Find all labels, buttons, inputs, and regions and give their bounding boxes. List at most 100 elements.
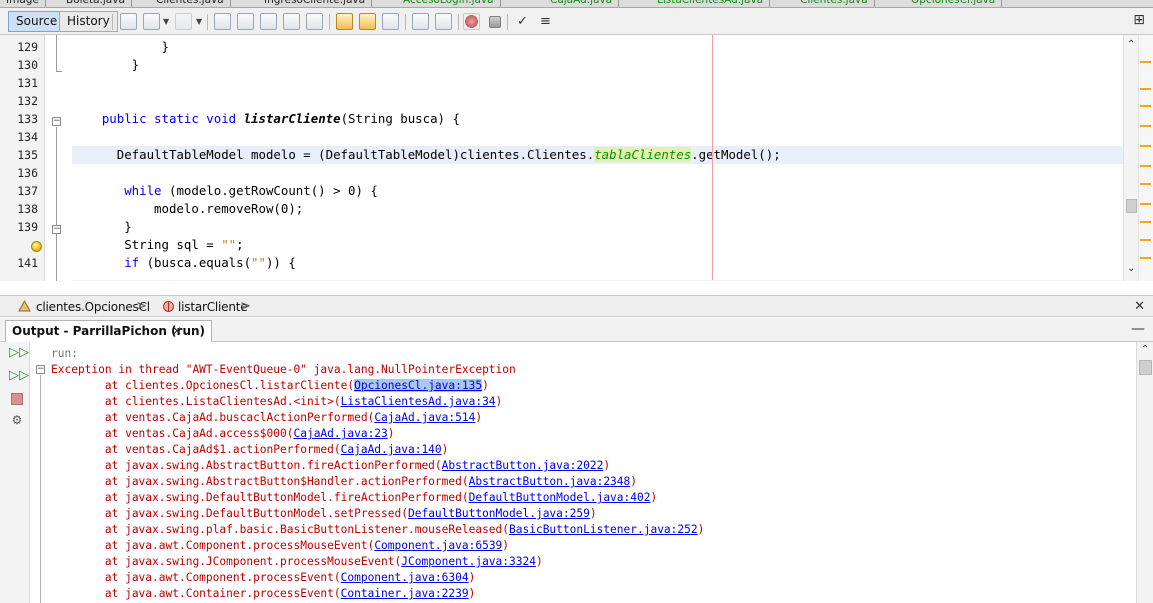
code-line[interactable]: } xyxy=(72,56,1123,74)
settings-icon[interactable]: ⚙ xyxy=(9,413,25,428)
forward-dropdown-icon[interactable]: ▼ xyxy=(196,17,202,26)
fold-collapse-icon[interactable]: − xyxy=(52,117,61,126)
rerun-with-args-icon[interactable]: ▷▷ xyxy=(9,368,29,383)
warning-stripe-mark[interactable] xyxy=(1140,145,1151,147)
output-vertical-scrollbar[interactable]: ⌃ xyxy=(1136,342,1153,603)
editor-horizontal-scrollbar[interactable]: › xyxy=(72,280,1123,281)
file-tab[interactable]: IngresoCliente.java xyxy=(258,0,373,7)
scrollbar-thumb[interactable] xyxy=(1139,360,1152,375)
source-link[interactable]: BasicButtonListener.java:252 xyxy=(509,523,698,536)
warning-stripe-mark[interactable] xyxy=(1140,105,1151,107)
editor-vertical-scrollbar[interactable]: ⌃ ⌄ xyxy=(1123,35,1138,281)
warning-stripe-mark[interactable] xyxy=(1140,239,1151,241)
source-link[interactable]: AbstractButton.java:2022 xyxy=(442,459,604,472)
history-view-tab[interactable]: History xyxy=(59,11,118,32)
source-link[interactable]: DefaultButtonModel.java:402 xyxy=(469,491,651,504)
close-icon[interactable]: ✕ xyxy=(172,322,182,340)
code-line[interactable]: if (busca.equals("")) { xyxy=(72,254,1123,272)
code-line[interactable] xyxy=(72,128,1123,146)
stop-icon[interactable] xyxy=(11,393,23,405)
chevron-right-icon[interactable]: > xyxy=(136,298,147,316)
comment-icon[interactable]: ✓ xyxy=(514,13,531,30)
code-line[interactable]: } xyxy=(72,38,1123,56)
start-macro-icon[interactable] xyxy=(463,13,480,30)
restore-window-icon[interactable]: ⊞ xyxy=(1133,12,1145,28)
source-link[interactable]: CajaAd.java:140 xyxy=(341,443,442,456)
source-link[interactable]: JComponent.java:3324 xyxy=(401,555,536,568)
scroll-up-icon[interactable]: ⌃ xyxy=(1127,39,1135,50)
current-code-line[interactable]: DefaultTableModel modelo = (DefaultTable… xyxy=(72,146,1123,164)
warning-stripe-mark[interactable] xyxy=(1140,125,1151,127)
find-selection-icon[interactable] xyxy=(214,13,231,30)
stack-trace-line: at clientes.OpcionesCl.listarCliente(Opc… xyxy=(51,378,489,394)
rerun-icon[interactable]: ▷▷ xyxy=(9,345,29,360)
warning-stripe-mark[interactable] xyxy=(1140,257,1151,259)
code-line[interactable] xyxy=(72,74,1123,92)
uncomment-icon[interactable]: ≡ xyxy=(537,13,554,30)
source-link[interactable]: AbstractButton.java:2348 xyxy=(469,475,631,488)
file-tab[interactable]: AccesoLogin.java xyxy=(397,0,501,7)
find-previous-icon[interactable] xyxy=(237,13,254,30)
code-line[interactable]: public static void listarCliente(String … xyxy=(72,110,1123,128)
file-tab[interactable]: Boleta.java xyxy=(60,0,132,7)
find-next-icon[interactable] xyxy=(260,13,277,30)
file-tab[interactable]: Image xyxy=(0,0,46,7)
error-stripe[interactable] xyxy=(1138,35,1153,281)
stack-trace-tail: ) xyxy=(468,587,476,600)
source-link[interactable]: ListaClientesAd.java:34 xyxy=(341,395,496,408)
minimize-icon[interactable]: — xyxy=(1131,321,1145,337)
source-view-tab[interactable]: Source xyxy=(8,11,66,32)
file-tab[interactable]: ListaClientesAd.java xyxy=(651,0,771,7)
warning-stripe-mark[interactable] xyxy=(1140,165,1151,167)
source-link[interactable]: DefaultButtonModel.java:259 xyxy=(408,507,590,520)
source-link[interactable]: OpcionesCl.java:135 xyxy=(354,379,483,392)
warning-stripe-mark[interactable] xyxy=(1140,183,1151,185)
code-line[interactable]: while (modelo.getRowCount() > 0) { xyxy=(72,182,1123,200)
stop-macro-icon[interactable] xyxy=(489,16,501,28)
chevron-right-icon[interactable]: > xyxy=(240,298,251,316)
toggle-highlight-icon[interactable] xyxy=(283,13,300,30)
last-edit-icon[interactable] xyxy=(120,13,137,30)
fold-collapse-icon[interactable]: − xyxy=(52,225,61,234)
previous-bookmark-icon[interactable] xyxy=(336,13,353,30)
source-link[interactable]: CajaAd.java:23 xyxy=(293,427,387,440)
code-line[interactable]: } xyxy=(72,218,1123,236)
fold-collapse-icon[interactable]: − xyxy=(36,365,45,374)
warning-stripe-mark[interactable] xyxy=(1140,61,1151,63)
warning-stripe-mark[interactable] xyxy=(1140,221,1151,223)
code-line[interactable] xyxy=(72,164,1123,182)
scrollbar-thumb[interactable] xyxy=(1126,199,1137,213)
code-line[interactable]: modelo.removeRow(0); xyxy=(72,200,1123,218)
source-link[interactable]: Component.java:6539 xyxy=(374,539,502,552)
scroll-right-icon[interactable]: › xyxy=(1110,280,1114,281)
shift-right-icon[interactable] xyxy=(435,13,452,30)
source-link[interactable]: CajaAd.java:514 xyxy=(374,411,475,424)
toggle-bookmark-icon[interactable] xyxy=(382,13,399,30)
forward-icon[interactable] xyxy=(175,13,192,30)
stack-trace-tail: ) xyxy=(697,523,705,536)
file-tab[interactable]: Clientes.java xyxy=(150,0,231,7)
output-console[interactable]: ▷▷ ▷▷ ⚙ − run: Exception in thread "AWT-E… xyxy=(0,342,1153,603)
scroll-down-icon[interactable]: ⌄ xyxy=(1127,263,1135,274)
file-tab[interactable]: CajaAd.java xyxy=(544,0,620,7)
shift-left-icon[interactable] xyxy=(412,13,429,30)
close-icon[interactable]: ✕ xyxy=(1134,298,1145,316)
warning-stripe-mark[interactable] xyxy=(1140,88,1151,90)
source-link[interactable]: Component.java:6304 xyxy=(341,571,469,584)
breadcrumb-class[interactable]: clientes.OpcionesCl xyxy=(36,298,150,316)
scroll-up-icon[interactable]: ⌃ xyxy=(1141,344,1149,355)
code-text[interactable]: } } public static void listarCliente(Str… xyxy=(72,35,1123,281)
back-icon[interactable] xyxy=(143,13,160,30)
source-link[interactable]: Container.java:2239 xyxy=(341,587,469,600)
code-line[interactable]: String sql = ""; xyxy=(72,236,1123,254)
next-bookmark-icon[interactable] xyxy=(359,13,376,30)
code-line[interactable] xyxy=(72,92,1123,110)
breadcrumb-method[interactable]: listarCliente xyxy=(178,298,248,316)
file-tab[interactable]: Clientes.java xyxy=(794,0,875,7)
toggle-rect-selection-icon[interactable] xyxy=(306,13,323,30)
back-dropdown-icon[interactable]: ▼ xyxy=(163,17,169,26)
code-editor[interactable]: 129 130 131 132 133 134 135 136 137 138 139 141 − −… xyxy=(0,35,1153,281)
file-tab[interactable]: OpcionesCl.java xyxy=(905,0,1003,7)
warning-stripe-mark[interactable] xyxy=(1140,203,1151,205)
lightbulb-hint-icon[interactable] xyxy=(31,241,42,252)
